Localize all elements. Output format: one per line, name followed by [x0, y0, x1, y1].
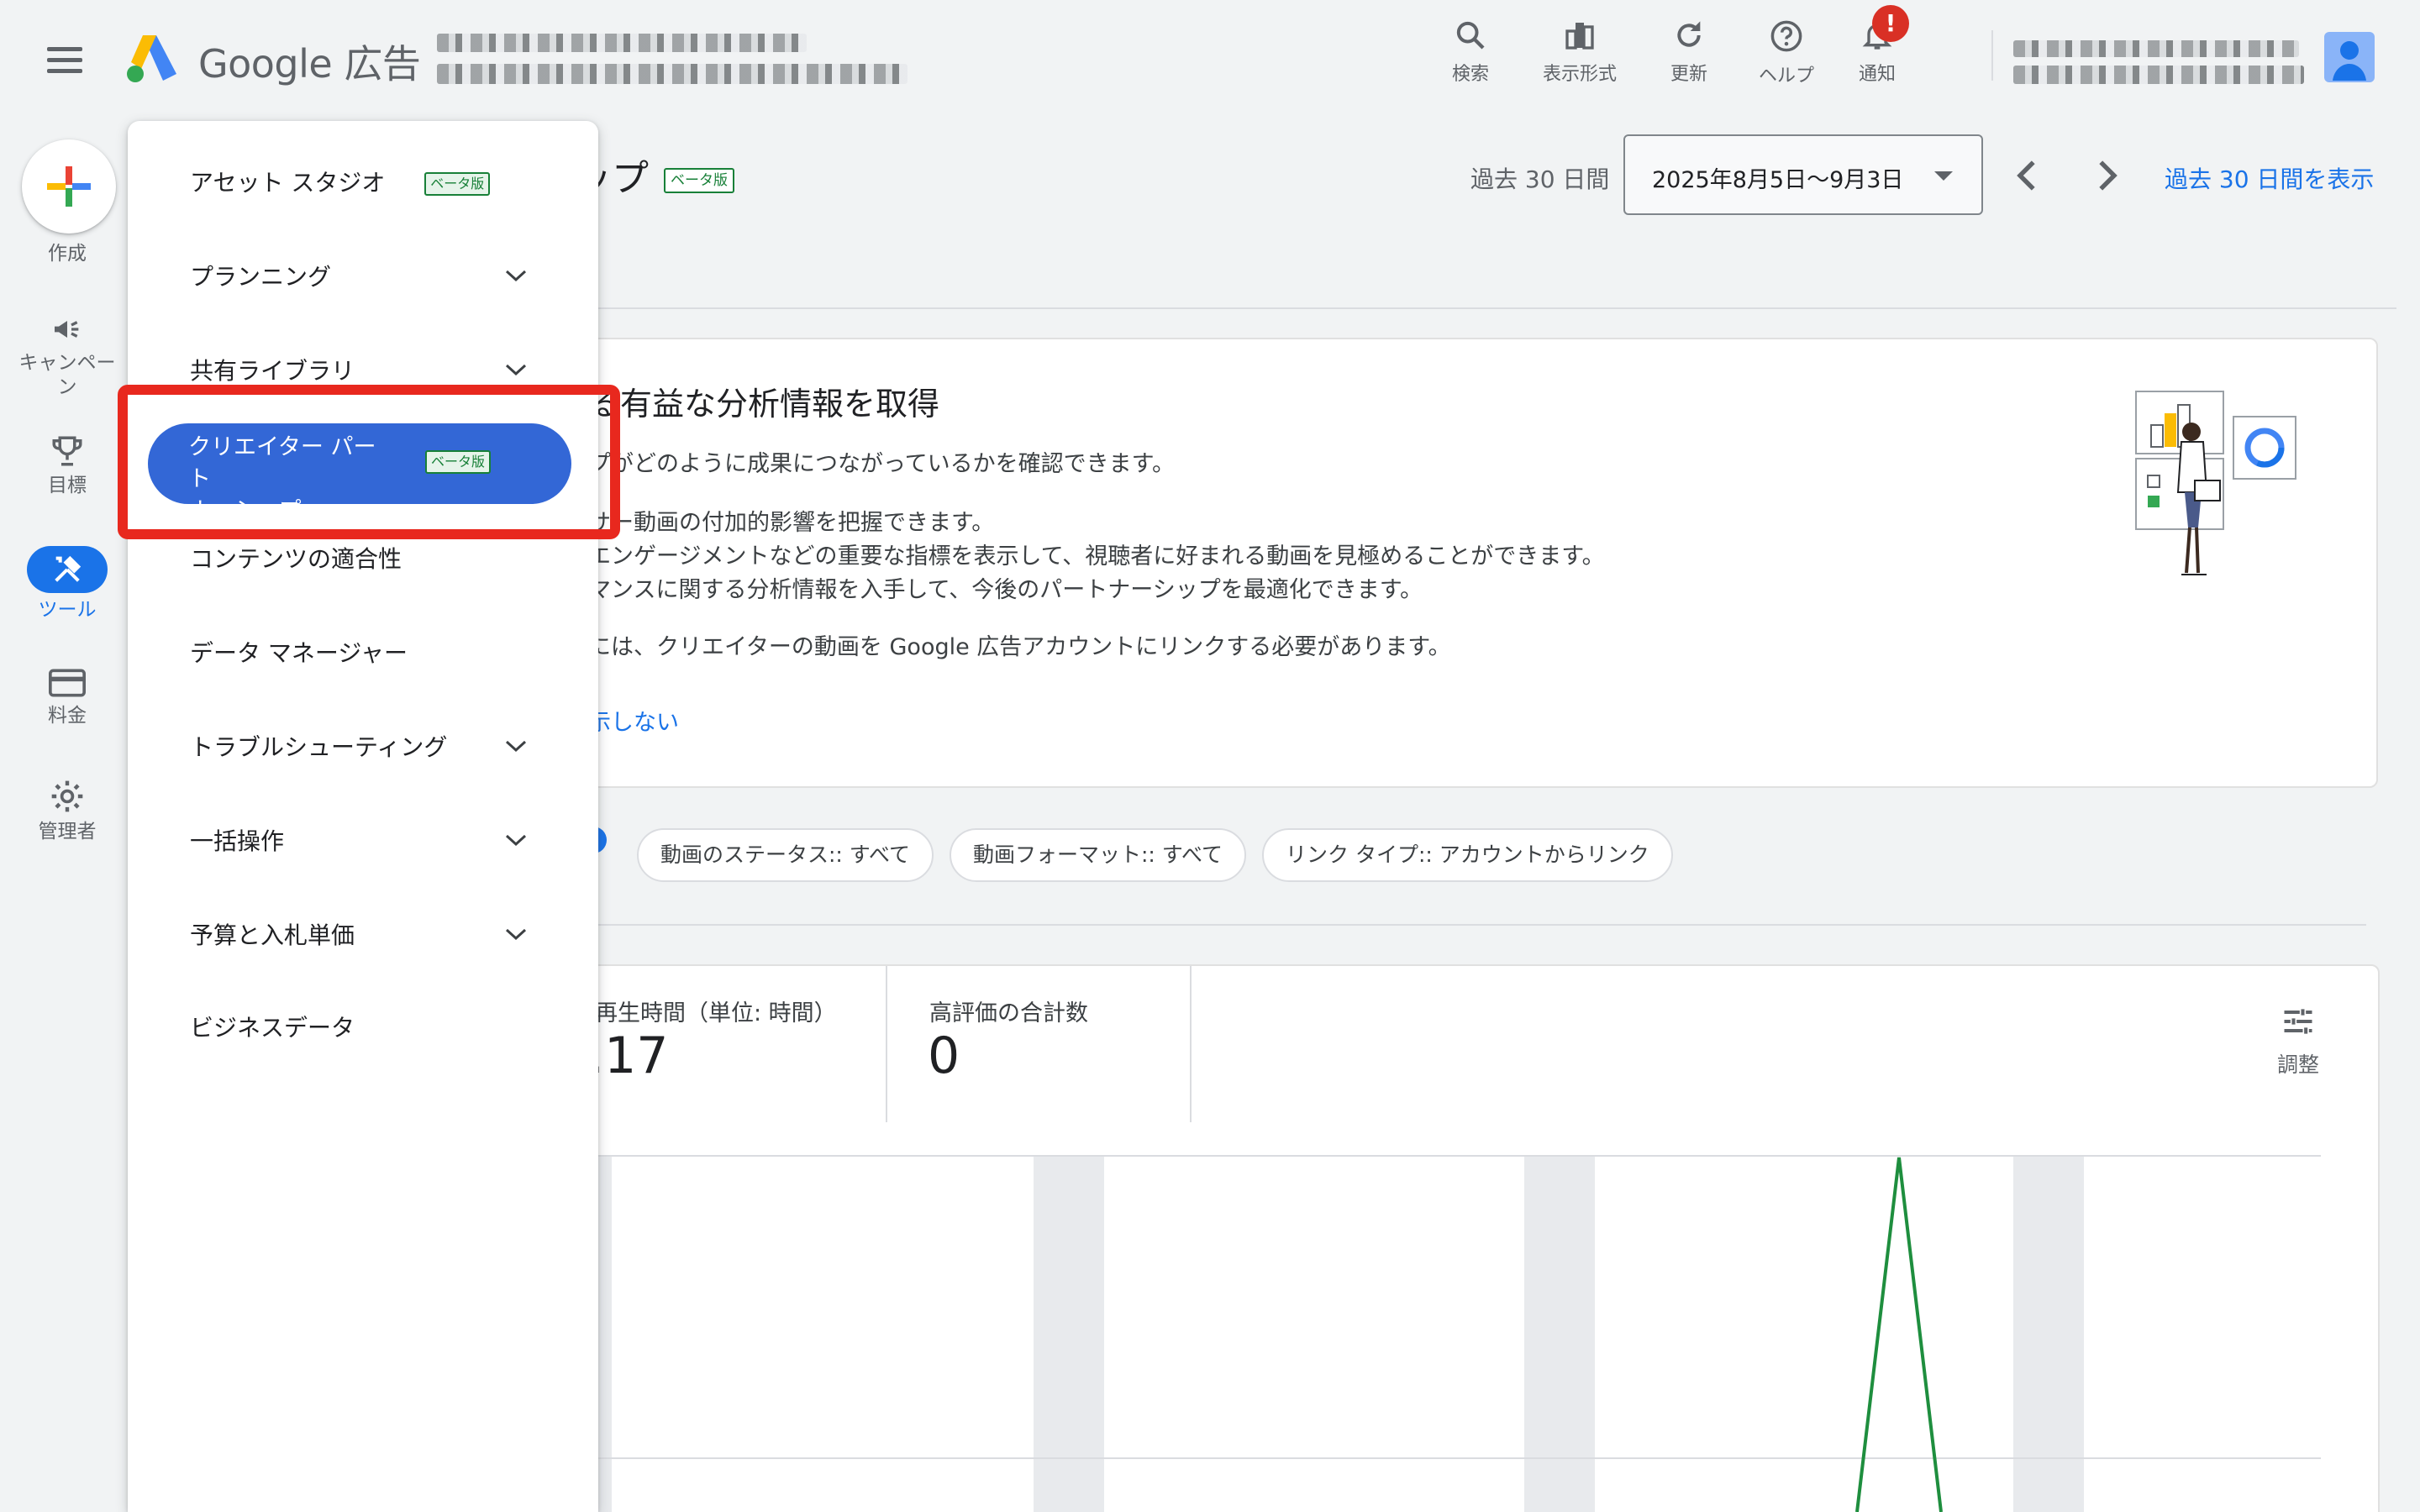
rail-item-campaigns[interactable]: キャンペーン	[0, 312, 134, 400]
chevron-down-icon[interactable]	[504, 363, 528, 376]
metric-divider	[1190, 966, 1192, 1122]
filter-chip-link-type[interactable]: リンク タイプ:: アカウントからリンク	[1262, 828, 1673, 882]
user-name-redacted	[2013, 40, 2299, 57]
dropdown-caret-icon	[1934, 171, 1953, 181]
insight-bullet-3: マンスに関する分析情報を入手して、今後のパートナーシップを最適化できます。	[588, 577, 1423, 603]
next-period-icon[interactable]	[2084, 153, 2129, 198]
trophy-icon	[52, 436, 82, 466]
megaphone-icon	[55, 321, 79, 338]
chevron-down-icon[interactable]	[504, 739, 528, 753]
date-range-label: 過去 30 日間	[1470, 165, 1610, 193]
insight-bullet-2: エンゲージメントなどの重要な指標を表示して、視聴者に好まれる動画を見極めることが…	[588, 543, 1605, 570]
help-button[interactable]: ヘルプ	[1736, 13, 1837, 97]
insight-description: プがどのように成果につながっているかを確認できます。	[588, 451, 1175, 477]
metric-watch-time-value: .17	[588, 1026, 669, 1085]
beta-badge: ベータ版	[424, 172, 491, 196]
gear-icon	[51, 780, 83, 812]
tools-icon	[55, 555, 82, 582]
rail-item-billing[interactable]: 料金	[0, 667, 134, 728]
filter-chip-video-format[interactable]: 動画フォーマット:: すべて	[950, 828, 1247, 882]
divider	[588, 924, 2366, 926]
search-button[interactable]: 検索	[1420, 13, 1521, 97]
tools-menu	[128, 121, 598, 1512]
menu-item-content-suitability[interactable]: コンテンツの適合性	[190, 541, 543, 575]
rail-item-admin[interactable]: 管理者	[0, 778, 134, 844]
notification-badge: !	[1872, 5, 1909, 42]
beta-badge: ベータ版	[664, 168, 734, 193]
menu-item-budgets-bids[interactable]: 予算と入札単価	[190, 917, 543, 951]
account-id-redacted	[437, 64, 908, 84]
create-label: 作成	[48, 243, 87, 265]
main-menu-button[interactable]	[47, 47, 82, 74]
highlight-annotation	[118, 385, 620, 539]
insight-requirement: には、クリエイターの動画を Google 広告アカウントにリンクする必要がありま…	[588, 634, 1451, 660]
account-name-redacted	[437, 34, 807, 52]
tune-icon	[2284, 1009, 2312, 1034]
metric-divider	[886, 966, 887, 1122]
divider	[538, 307, 2396, 309]
credit-card-icon	[49, 669, 86, 697]
date-range-picker[interactable]: 2025年8月5日〜9月3日	[1623, 134, 1983, 215]
metric-likes-label: 高評価の合計数	[929, 1000, 1088, 1026]
menu-item-planning[interactable]: プランニング	[190, 259, 543, 292]
create-button[interactable]	[22, 139, 116, 234]
metric-likes-value: 0	[928, 1026, 960, 1085]
user-account-redacted	[2013, 66, 2304, 84]
google-ads-logo-icon	[127, 35, 176, 82]
analytics-illustration-icon	[2135, 391, 2296, 575]
menu-item-troubleshooting[interactable]: トラブルシューティング	[190, 729, 543, 763]
adjust-button[interactable]: 調整	[2260, 1003, 2336, 1087]
show-last-30-days-link[interactable]: 過去 30 日間を表示	[2165, 161, 2374, 195]
refresh-button[interactable]: 更新	[1639, 13, 1739, 97]
menu-item-shared-library[interactable]: 共有ライブラリ	[190, 353, 543, 386]
menu-item-business-data[interactable]: ビジネスデータ	[190, 1010, 543, 1043]
insight-bullet-1: サー動画の付加的影響を把握できます。	[588, 510, 995, 536]
menu-item-bulk-actions[interactable]: 一括操作	[190, 823, 543, 857]
avatar[interactable]	[2324, 32, 2375, 82]
search-icon	[1456, 21, 1485, 50]
appearance-icon	[1565, 23, 1594, 50]
performance-chart	[588, 1155, 2321, 1512]
metric-watch-time-label: 再生時間（単位: 時間）	[595, 1000, 837, 1026]
header-divider	[1991, 30, 1993, 81]
menu-item-data-manager[interactable]: データ マネージャー	[190, 635, 543, 669]
metrics-card	[588, 964, 2380, 1124]
rail-item-tools[interactable]: ツール	[0, 546, 134, 622]
chevron-down-icon[interactable]	[504, 269, 528, 282]
chevron-down-icon[interactable]	[504, 833, 528, 847]
filter-chip-video-status[interactable]: 動画のステータス:: すべて	[637, 828, 934, 882]
dismiss-link[interactable]: 示しない	[588, 704, 679, 737]
insight-title: る有益な分析情報を取得	[588, 386, 940, 423]
plus-icon	[47, 166, 91, 207]
menu-item-asset-studio[interactable]: アセット スタジオ ベータ版	[190, 165, 543, 198]
rail-item-goals[interactable]: 目標	[0, 433, 134, 498]
refresh-icon	[1677, 21, 1701, 47]
chevron-down-icon[interactable]	[504, 927, 528, 941]
help-icon	[1770, 20, 1802, 52]
brand-name: Google 広告	[198, 41, 421, 87]
previous-period-icon[interactable]	[2005, 153, 2050, 198]
appearance-button[interactable]: 表示形式	[1529, 13, 1630, 97]
